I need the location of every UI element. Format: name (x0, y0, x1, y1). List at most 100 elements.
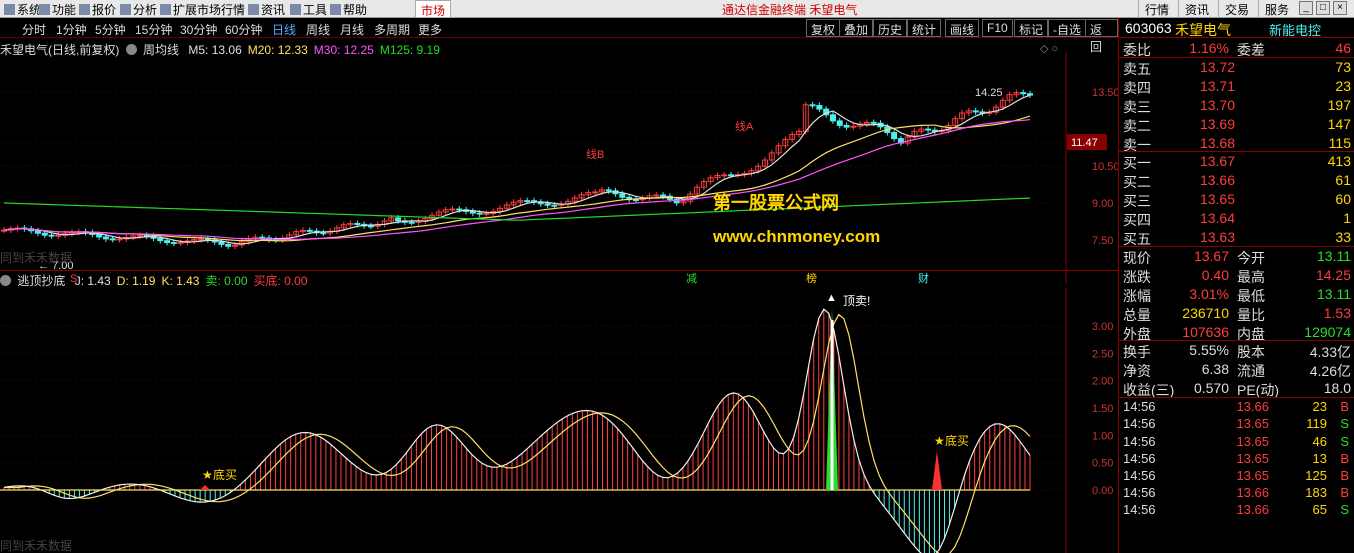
stat-value: 13.11 (1317, 247, 1351, 264)
indicator-value: 卖: 0.00 (205, 274, 248, 288)
tick-price: 13.65 (1236, 467, 1269, 483)
period-tab[interactable]: 月线 (340, 21, 364, 38)
period-tab[interactable]: 分时 (22, 21, 46, 38)
ask-price: 13.72 (1199, 58, 1235, 75)
price-tick: 7.50 (1092, 235, 1113, 247)
maximize-icon[interactable]: □ (1316, 1, 1330, 15)
event-marker[interactable]: 减 (686, 272, 697, 284)
period-tab[interactable]: 30分钟 (180, 21, 217, 38)
menu-item[interactable]: 功能 (39, 1, 76, 18)
stat-row: 换手 5.55% 股本 4.33亿 (1119, 341, 1354, 360)
tick-side: B (1340, 450, 1349, 466)
menu-item[interactable]: 工具 (290, 1, 327, 18)
candle-body (1020, 92, 1027, 95)
toolbar-button[interactable]: 标记 (1014, 19, 1049, 37)
tick-side: S (1340, 416, 1349, 432)
candle-body (524, 200, 531, 203)
candle-body (109, 238, 116, 241)
period-tab[interactable]: 1分钟 (56, 21, 87, 38)
bid-volume: 60 (1335, 191, 1351, 208)
bid-row: 买二 13.66 61 (1119, 171, 1354, 190)
sub-indicator-name[interactable]: 逃顶抄底 (17, 274, 65, 288)
tick-side: S (1340, 433, 1349, 449)
menu-item[interactable]: 报价 (79, 1, 116, 18)
minimize-icon[interactable]: _ (1299, 1, 1313, 15)
indicator-value: J: 1.43 (74, 274, 111, 288)
candle-body (850, 125, 857, 128)
candle-body (483, 213, 490, 216)
toolbar-button[interactable]: 返回 (1085, 19, 1118, 54)
event-marker[interactable]: 榜 (806, 271, 817, 284)
toolbar-button[interactable]: 画线 (945, 19, 980, 37)
top-right-tab[interactable]: 行情 (1138, 0, 1175, 18)
tick-time: 14:56 (1123, 450, 1156, 466)
candlestick-chart: 13.5010.509.007.5011.4714.25← 7.00线B线AS 减… (0, 52, 1118, 284)
window-title: 通达信金融终端 禾望电气 (722, 3, 858, 17)
weibi-value: 1.16% (1189, 40, 1229, 56)
stat-value: 14.25 (1315, 266, 1351, 283)
toolbar-button[interactable]: 复权 (806, 19, 841, 37)
menu-item-icon (290, 4, 301, 15)
period-tab[interactable]: 日线 (272, 21, 296, 38)
period-tab[interactable]: 60分钟 (225, 21, 262, 38)
price-tick: 9.00 (1092, 198, 1113, 210)
ask-volume: 73 (1335, 58, 1351, 75)
stock-sector[interactable]: 新能电控 (1269, 20, 1321, 39)
market-tab[interactable]: 市场 (415, 0, 452, 18)
toolbar-button[interactable]: -自选 (1048, 19, 1086, 37)
panel-divider (0, 270, 1118, 271)
indicator-tick: 0.50 (1092, 458, 1113, 470)
menu-item[interactable]: 分析 (120, 1, 157, 18)
tick-side: S (1340, 502, 1349, 518)
candle-body (259, 236, 266, 239)
menu-item[interactable]: 系统 (4, 1, 41, 18)
toolbar-button[interactable]: F10 (982, 19, 1013, 37)
toolbar-button[interactable]: 叠加 (839, 19, 874, 37)
star-icon: ★ (202, 468, 213, 482)
top-right-tab[interactable]: 服务 (1258, 0, 1295, 18)
period-tab[interactable]: 周线 (306, 21, 330, 38)
stat-value: 13.11 (1317, 285, 1351, 302)
bid-row: 买一 13.67 413 (1119, 152, 1354, 171)
candle-body (34, 230, 41, 234)
period-tab[interactable]: 15分钟 (135, 21, 172, 38)
period-tab[interactable]: 多周期 (374, 21, 410, 38)
top-right-tab[interactable]: 资讯 (1178, 0, 1215, 18)
menu-item[interactable]: 帮助 (330, 1, 367, 18)
tick-price: 13.66 (1236, 485, 1269, 501)
weibi-row: 委比 1.16% 委差 46 (1119, 39, 1354, 58)
menu-item[interactable]: 资讯 (248, 1, 285, 18)
stock-name: 禾望电气 (1175, 22, 1231, 38)
event-marker[interactable]: 财 (918, 271, 929, 284)
bid-volume: 413 (1327, 153, 1351, 170)
buy-signal-spike (932, 451, 942, 490)
indicator-value: 买底: 0.00 (253, 274, 308, 288)
candle-body (891, 132, 898, 140)
ask-price: 13.70 (1199, 96, 1235, 113)
toolbar-button[interactable]: 历史 (873, 19, 908, 37)
period-tab[interactable]: 更多 (418, 21, 442, 38)
top-right-tab[interactable]: 交易 (1218, 0, 1255, 18)
period-tab[interactable]: 5分钟 (95, 21, 126, 38)
candle-body (456, 208, 463, 211)
close-icon[interactable]: × (1333, 1, 1347, 15)
candle-body (843, 124, 850, 128)
tick-volume: 65 (1312, 502, 1327, 518)
sub-indicator-gear-icon[interactable] (0, 275, 11, 286)
menu-item[interactable]: 扩展市场行情 (160, 1, 245, 18)
stat-value: 13.67 (1193, 247, 1229, 264)
indicator-chart: 3.002.502.001.501.000.500.00▲ 顶卖!★ 底买★ 底买同到… (0, 288, 1113, 553)
line-annotation: 线B (586, 147, 604, 161)
stat-value: 3.01% (1189, 285, 1229, 302)
bid-price: 13.64 (1199, 210, 1235, 227)
candle-body (592, 191, 599, 194)
candle-body (102, 236, 109, 240)
stat-row: 现价 13.67 今开 13.11 (1119, 247, 1354, 266)
candle-body (367, 225, 374, 228)
stat-value: 6.38 (1201, 361, 1229, 378)
candle-body (116, 238, 123, 241)
menu-item-icon (39, 4, 50, 15)
candle-body (551, 204, 558, 207)
toolbar-button[interactable]: 统计 (907, 19, 942, 37)
candle-body (632, 199, 639, 202)
